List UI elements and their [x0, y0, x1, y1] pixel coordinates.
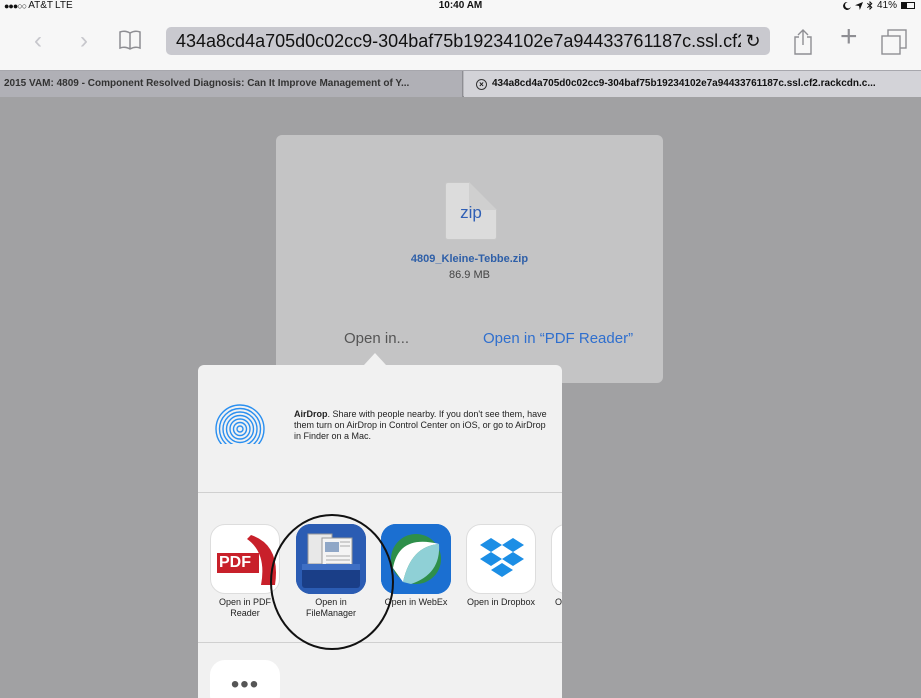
download-card: zip 4809_Kleine-Tebbe.zip 86.9 MB Open i…: [276, 135, 663, 383]
bookmarks-icon[interactable]: [118, 30, 142, 50]
ipad-screen: ●●●○○ AT&T LTE 10:40 AM 41% ‹ › 434a8cd4…: [0, 0, 921, 698]
actions-row: •••: [198, 643, 562, 698]
tab-title: 2015 VAM: 4809 - Component Resolved Diag…: [4, 78, 410, 89]
share-sheet-pointer: [364, 353, 386, 365]
tab-strip: 2015 VAM: 4809 - Component Resolved Diag…: [0, 70, 921, 97]
close-tab-icon[interactable]: ×: [476, 79, 487, 90]
moon-icon: [843, 1, 851, 10]
url-text[interactable]: 434a8cd4a705d0c02cc9-304baf75b19234102e7…: [176, 27, 741, 55]
status-time: 10:40 AM: [438, 0, 483, 11]
more-app-icon: [551, 524, 562, 594]
address-bar[interactable]: 434a8cd4a705d0c02cc9-304baf75b19234102e7…: [166, 27, 770, 55]
file-extension-label: zip: [460, 203, 482, 222]
download-filesize: 86.9 MB: [449, 269, 490, 281]
airdrop-icon[interactable]: [214, 401, 266, 453]
new-tab-button[interactable]: +: [840, 22, 858, 52]
share-icon[interactable]: [792, 28, 814, 56]
status-bar: ●●●○○ AT&T LTE 10:40 AM 41%: [0, 0, 921, 12]
open-in-button[interactable]: Open in...: [344, 330, 409, 347]
open-in-pdf-reader-button[interactable]: Open in “PDF Reader”: [483, 330, 633, 347]
back-button[interactable]: ‹: [26, 26, 50, 56]
battery-icon: [901, 2, 915, 9]
share-sheet: AirDrop. Share with people nearby. If yo…: [198, 365, 562, 698]
bluetooth-icon: [866, 1, 873, 10]
pdf-icon-text: PDF: [219, 554, 251, 571]
annotation-circle: [270, 514, 394, 650]
airdrop-section: AirDrop. Share with people nearby. If yo…: [198, 365, 562, 493]
tab-vam-article[interactable]: 2015 VAM: 4809 - Component Resolved Diag…: [0, 71, 463, 97]
location-icon: [854, 1, 863, 10]
battery-percent: 41%: [876, 0, 897, 11]
reload-button[interactable]: ↻: [742, 27, 764, 55]
app-more-partial[interactable]: O: [545, 524, 562, 608]
airdrop-description: AirDrop. Share with people nearby. If yo…: [294, 409, 549, 442]
dropbox-icon: [466, 524, 536, 594]
forward-button[interactable]: ›: [72, 26, 96, 56]
status-right: 41%: [843, 0, 915, 11]
app-dropbox[interactable]: Open in Dropbox: [460, 524, 542, 608]
battery-fill: [902, 3, 907, 8]
tabs-overview-icon[interactable]: [880, 28, 908, 56]
tab-title: 434a8cd4a705d0c02cc9-304baf75b19234102e7…: [492, 78, 876, 89]
app-label: O: [555, 597, 562, 607]
more-actions-button[interactable]: •••: [210, 660, 280, 698]
zip-file-icon: zip: [445, 182, 497, 240]
browser-toolbar: ‹ › 434a8cd4a705d0c02cc9-304baf75b192341…: [0, 12, 921, 70]
app-label: Open in Dropbox: [466, 597, 536, 607]
dropbox-glyph: [480, 538, 524, 577]
page-content: zip 4809_Kleine-Tebbe.zip 86.9 MB Open i…: [0, 97, 921, 698]
airdrop-body: . Share with people nearby. If you don't…: [294, 409, 547, 441]
airdrop-title: AirDrop: [294, 409, 328, 419]
tab-zip-download[interactable]: × 434a8cd4a705d0c02cc9-304baf75b19234102e…: [464, 71, 921, 97]
download-filename: 4809_Kleine-Tebbe.zip: [410, 253, 529, 265]
